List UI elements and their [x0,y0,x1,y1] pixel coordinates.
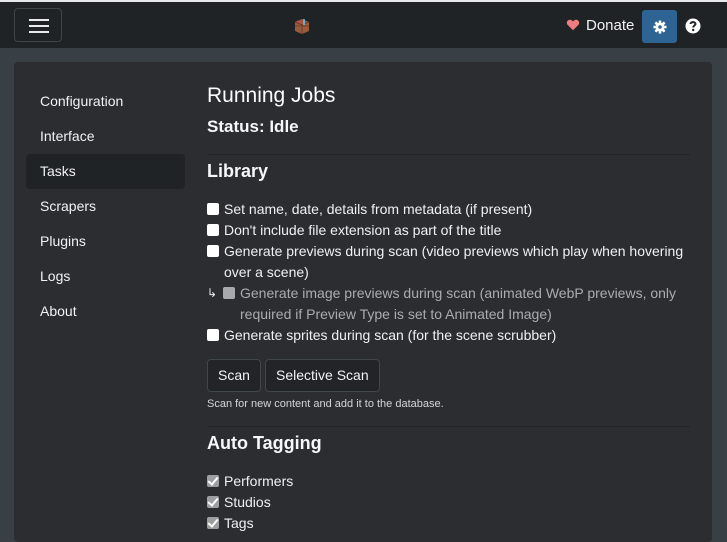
option-label: Generate sprites during scan (for the sc… [224,327,557,343]
sidebar-item-about[interactable]: About [26,294,185,329]
donate-label: Donate [586,16,635,34]
generate-sprites-checkbox[interactable] [207,329,219,341]
option-generate-previews: Generate previews during scan (video pre… [207,241,690,283]
option-label: Generate image previews during scan (ani… [240,285,677,322]
option-image-previews: ↳ Generate image previews during scan (a… [207,283,685,325]
metadata-checkbox[interactable] [207,203,219,215]
settings-card: Configuration Interface Tasks Scrapers P… [14,62,712,542]
option-strip-extension: Don't include file extension as part of … [207,220,501,241]
option-label: Don't include file extension as part of … [224,222,502,238]
option-label: Studios [224,494,271,510]
option-label: Tags [224,515,254,531]
sidebar-item-plugins[interactable]: Plugins [26,224,185,259]
heart-icon [566,19,580,31]
sidebar-item-scrapers[interactable]: Scrapers [26,189,185,224]
image-previews-checkbox[interactable] [223,287,235,299]
donate-link[interactable]: Donate [566,15,634,35]
question-circle-icon[interactable] [685,18,701,34]
box-logo-icon[interactable] [292,16,312,36]
settings-sidebar: Configuration Interface Tasks Scrapers P… [26,84,185,329]
auto-tagging-heading: Auto Tagging [207,433,322,453]
divider [207,426,690,427]
option-generate-sprites: Generate sprites during scan (for the sc… [207,325,556,346]
generate-previews-checkbox[interactable] [207,245,219,257]
job-status: Status: Idle [207,117,299,136]
scan-hint: Scan for new content and add it to the d… [207,398,444,410]
settings-button[interactable] [642,10,677,43]
scan-button[interactable]: Scan [207,359,261,392]
option-label: Set name, date, details from metadata (i… [224,201,533,217]
sidebar-item-interface[interactable]: Interface [26,119,185,154]
gear-icon [652,19,667,34]
tags-checkbox[interactable] [207,517,219,529]
hamburger-line [29,25,49,27]
option-performers: Performers [207,471,293,492]
sidebar-item-tasks[interactable]: Tasks [26,154,185,189]
top-navbar: Donate [0,2,727,48]
option-tags: Tags [207,513,254,534]
divider [207,154,690,155]
option-studios: Studios [207,492,271,513]
hamburger-menu-icon [29,19,49,21]
option-metadata: Set name, date, details from metadata (i… [207,199,532,220]
performers-checkbox[interactable] [207,475,219,487]
library-heading: Library [207,161,269,181]
indent-arrow-icon: ↳ [207,286,218,300]
sidebar-item-configuration[interactable]: Configuration [26,84,185,119]
strip-extension-checkbox[interactable] [207,224,219,236]
option-label: Generate previews during scan (video pre… [224,243,684,280]
selective-scan-button[interactable]: Selective Scan [265,359,380,392]
sidebar-item-logs[interactable]: Logs [26,259,185,294]
menu-toggle-button[interactable] [14,8,62,42]
option-label: Performers [224,473,294,489]
hamburger-line [29,31,49,33]
studios-checkbox[interactable] [207,496,219,508]
page-title: Running Jobs [207,84,336,107]
